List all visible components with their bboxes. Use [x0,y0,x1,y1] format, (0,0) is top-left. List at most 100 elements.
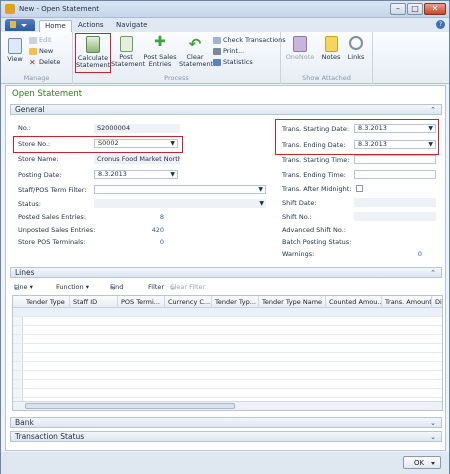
trans-ending-date-field[interactable]: 8.3.2013 ▼ [354,140,436,149]
fasttab-transaction-status[interactable]: Transaction Status ⌄ [10,431,442,442]
store-no-field[interactable]: S0002 ▼ [94,139,178,148]
title-bar: New - Open Statement – □ ✕ [1,1,449,18]
col-staff-id[interactable]: Staff ID [70,296,118,308]
close-button[interactable]: ✕ [424,3,446,15]
page-content: Open Statement General ⌃ No.: S2000004 S… [5,85,446,451]
col-trans-amount[interactable]: Trans. Amount [382,296,432,308]
post-sales-entries-button[interactable]: ✚ Post Sales Entries [143,35,177,68]
print-button[interactable]: Print... [213,47,244,55]
col-currency-code[interactable]: Currency C... [165,296,212,308]
fasttab-general[interactable]: General ⌃ [10,104,442,115]
ribbon: View Edit New ✕ Delete Manage Calculate [1,32,449,84]
find-button[interactable]: ∞ Find [110,283,123,292]
group-label-show-attached: Show Attached [302,74,351,82]
status-field[interactable]: ▼ [94,199,266,208]
table-row[interactable] [13,380,442,389]
scrollbar-thumb[interactable] [25,403,235,409]
ok-button[interactable]: OK [403,456,441,469]
chevron-down-icon: ⌄ [430,433,436,441]
clear-filter-button[interactable]: ⊘ Clear Filter [170,283,205,292]
unposted-sales-entries-value[interactable]: 420 [124,226,164,234]
clear-filter-icon: ⊘ [170,284,176,292]
check-transactions-button[interactable]: Check Transactions [213,36,286,44]
trans-ending-time-label: Trans. Ending Time: [282,171,346,179]
table-row[interactable] [13,362,442,371]
table-row[interactable] [13,326,442,335]
shift-date-field[interactable] [354,198,436,207]
fasttab-lines[interactable]: Lines ⌃ [10,267,442,278]
dropdown-arrow-icon[interactable]: ▼ [428,141,433,148]
col-tender-type-name[interactable]: Tender Type Name [259,296,326,308]
trans-after-midnight-checkbox[interactable] [356,185,363,192]
group-show-attached: OneNote Notes Links Show Attached [281,32,373,84]
trans-ending-time-field[interactable] [354,170,436,179]
shift-no-field[interactable] [354,212,436,221]
table-row[interactable] [13,389,442,398]
dropdown-arrow-icon[interactable]: ▼ [170,171,175,178]
group-process: Calculate Statement Post Statement ✚ Pos… [73,32,286,84]
store-no-label: Store No.: [18,140,51,148]
tab-home[interactable]: Home [39,20,72,32]
line-icon: ☰ [14,284,20,292]
table-row[interactable] [13,353,442,362]
trans-starting-date-field[interactable]: 8.3.2013 ▼ [354,124,436,133]
post-statement-button[interactable]: Post Statement [111,36,145,68]
application-menu-button[interactable] [5,19,35,31]
printer-icon [213,47,221,55]
minimize-button[interactable]: – [390,3,406,15]
line-menu-button[interactable]: ☰ Line ▾ [14,283,33,292]
edit-button[interactable]: Edit [29,36,52,44]
no-field[interactable]: S2000004 [94,124,180,133]
table-row[interactable] [13,308,442,317]
trans-starting-time-field[interactable] [354,155,436,164]
dropdown-arrow-icon[interactable]: ▼ [259,199,264,208]
staff-pos-filter-field[interactable]: ▼ [94,185,266,194]
calculate-statement-button[interactable]: Calculate Statement [76,36,110,69]
posted-sales-entries-value[interactable]: 8 [124,213,164,221]
dropdown-arrow-icon[interactable]: ▼ [258,186,263,193]
store-name-field[interactable]: Cronus Food Market North [94,155,180,164]
help-icon[interactable]: ? [436,20,445,29]
table-row[interactable] [13,344,442,353]
links-icon [349,36,363,50]
store-pos-terminals-value[interactable]: 0 [124,238,164,246]
notes-button[interactable]: Notes [319,36,343,61]
col-counted-amount[interactable]: Counted Amou... [326,296,382,308]
statistics-icon [213,58,221,66]
table-row[interactable] [13,371,442,380]
group-manage: View Edit New ✕ Delete Manage [1,32,73,84]
col-tender-type[interactable]: Tender Type [23,296,70,308]
store-pos-terminals-label: Store POS Terminals: [18,238,86,246]
warnings-value[interactable]: 0 [382,250,422,258]
onenote-icon [293,36,307,52]
view-button[interactable]: View [5,38,25,63]
status-label: Status: [18,200,41,208]
maximize-button[interactable]: □ [407,3,423,15]
fasttab-bank[interactable]: Bank ⌄ [10,417,442,428]
new-icon [29,47,37,55]
unposted-sales-entries-label: Unposted Sales Entries: [18,226,96,234]
col-pos-terminal[interactable]: POS Termi... [118,296,165,308]
clear-statement-button[interactable]: ↶ Clear Statement [179,36,213,68]
posting-date-field[interactable]: 8.3.2013 ▼ [94,170,178,179]
new-button[interactable]: New [29,47,53,55]
posted-sales-entries-label: Posted Sales Entries: [18,213,86,221]
table-row[interactable] [13,335,442,344]
table-row[interactable] [13,317,442,326]
delete-button[interactable]: ✕ Delete [29,58,60,66]
app-icon [5,4,15,14]
horizontal-scrollbar[interactable] [13,401,442,410]
tab-actions[interactable]: Actions [73,20,109,32]
tab-navigate[interactable]: Navigate [111,20,152,32]
col-difference[interactable]: Di [432,296,442,308]
dropdown-arrow-icon[interactable] [431,462,435,465]
onenote-button[interactable]: OneNote [285,36,315,61]
dropdown-arrow-icon[interactable]: ▼ [428,125,433,132]
links-button[interactable]: Links [345,36,367,61]
statistics-button[interactable]: Statistics [213,58,253,66]
col-tender-type-code[interactable]: Tender Typ... [212,296,259,308]
function-menu-button[interactable]: ⚡ Function ▾ [56,283,89,292]
filter-button[interactable]: Filter [148,283,164,291]
shift-date-label: Shift Date: [282,199,317,207]
dropdown-arrow-icon[interactable]: ▼ [170,140,175,147]
